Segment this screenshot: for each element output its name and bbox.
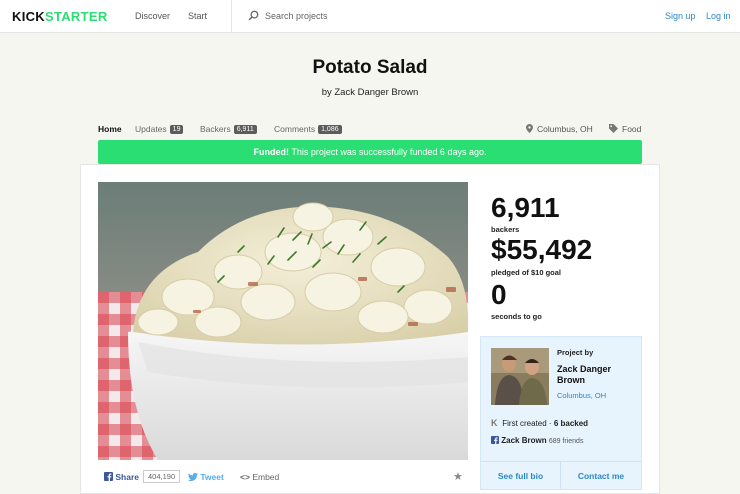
- nav-discover[interactable]: Discover: [135, 11, 170, 21]
- tab-updates-label: Updates: [135, 124, 167, 134]
- potato-salad-image: [98, 182, 468, 460]
- embed-button[interactable]: <> Embed: [240, 472, 279, 482]
- logo-kick: KICK: [12, 9, 45, 24]
- log-in-link[interactable]: Log in: [706, 11, 731, 21]
- see-full-bio-button[interactable]: See full bio: [481, 461, 561, 490]
- comments-count-badge: 1,086: [318, 125, 342, 134]
- location-label: Columbus, OH: [537, 124, 593, 134]
- pledged-label: pledged of $10 goal: [491, 268, 562, 277]
- kickstarter-k-icon: K: [491, 418, 498, 428]
- sign-up-link[interactable]: Sign up: [665, 11, 696, 21]
- nav-divider: [231, 0, 232, 33]
- creator-photo-image: [491, 348, 549, 405]
- share-count-box: 404,190: [143, 470, 181, 483]
- tab-comments[interactable]: Comments 1,086: [274, 124, 342, 134]
- first-created-text: First created ·: [502, 419, 554, 428]
- tab-backers[interactable]: Backers 6,911: [200, 124, 257, 134]
- time-label: seconds to go: [491, 312, 542, 321]
- funded-text: This project was successfully funded 6 d…: [289, 147, 487, 157]
- project-location[interactable]: Columbus, OH: [526, 124, 593, 134]
- search-input[interactable]: [265, 9, 465, 23]
- logo-starter: STARTER: [44, 9, 108, 24]
- funded-strong: Funded!: [253, 147, 290, 157]
- backers-label: backers: [491, 225, 520, 234]
- creator-facebook: Zack Brown 689 friends: [491, 436, 583, 445]
- tab-backers-label: Backers: [200, 124, 231, 134]
- time-remaining: 0: [491, 279, 507, 310]
- pledged-amount: $55,492: [491, 234, 593, 265]
- twitter-icon: [188, 473, 198, 481]
- top-navbar: KICKSTARTER Discover Start Sign up Log i…: [0, 0, 740, 33]
- creator-name-line2[interactable]: Brown: [557, 375, 585, 385]
- project-title: Potato Salad: [312, 57, 428, 78]
- backers-count-badge: 6,911: [233, 125, 257, 134]
- updates-count-badge: 19: [169, 125, 184, 134]
- kickstarter-logo[interactable]: KICKSTARTER: [12, 9, 108, 24]
- facebook-share-button[interactable]: Share: [104, 472, 139, 482]
- embed-label: Embed: [252, 472, 280, 482]
- embed-icon: <>: [240, 472, 250, 482]
- contact-me-button[interactable]: Contact me: [561, 461, 641, 490]
- project-byline[interactable]: by Zack Danger Brown: [0, 87, 740, 98]
- creator-history: K First created · 6 backed: [491, 418, 588, 428]
- project-category[interactable]: Food: [609, 124, 641, 134]
- project-by-heading: Project by: [557, 348, 594, 357]
- project-photo[interactable]: [98, 182, 468, 460]
- tab-updates[interactable]: Updates 19: [135, 124, 184, 134]
- location-pin-icon: [526, 124, 533, 133]
- facebook-friends: 689 friends: [548, 438, 584, 445]
- facebook-icon: [104, 472, 113, 481]
- creator-name-line1[interactable]: Zack Danger: [557, 364, 611, 374]
- share-count: 404,190: [143, 470, 181, 483]
- tab-home-label: Home: [98, 124, 122, 134]
- facebook-name[interactable]: Zack Brown: [501, 436, 546, 445]
- backed-count[interactable]: 6 backed: [554, 419, 588, 428]
- share-label: Share: [115, 472, 139, 482]
- tag-icon: [609, 124, 618, 133]
- nav-start[interactable]: Start: [188, 11, 207, 21]
- facebook-icon: [491, 436, 499, 444]
- funded-banner: Funded! This project was successfully fu…: [98, 140, 642, 164]
- creator-location[interactable]: Columbus, OH: [557, 391, 606, 400]
- tweet-button[interactable]: Tweet: [188, 472, 224, 482]
- tab-comments-label: Comments: [274, 124, 316, 134]
- tab-home[interactable]: Home: [98, 124, 122, 134]
- backers-count: 6,911: [491, 192, 560, 223]
- star-icon[interactable]: ★: [453, 470, 463, 483]
- creator-avatar[interactable]: [491, 348, 549, 405]
- tweet-label: Tweet: [200, 472, 224, 482]
- category-label: Food: [622, 124, 642, 134]
- search-icon[interactable]: [248, 10, 259, 21]
